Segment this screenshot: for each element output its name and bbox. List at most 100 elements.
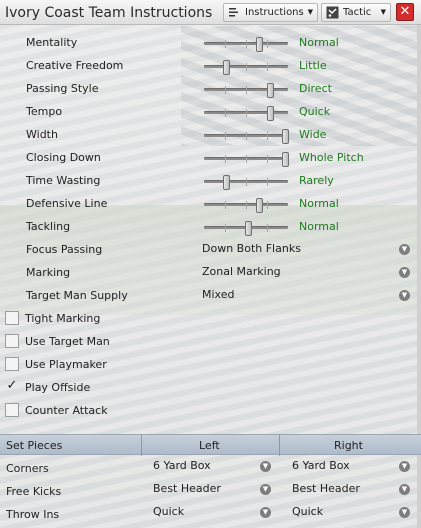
left-taker-select[interactable]: Quick — [153, 505, 184, 518]
slider-tick — [267, 40, 268, 48]
slider-value: Rarely — [299, 174, 334, 187]
title-bar: Ivory Coast Team Instructions Instructio… — [0, 0, 421, 25]
chevron-down-icon[interactable]: ▼ — [260, 484, 271, 495]
slider-value: Normal — [299, 36, 339, 49]
slider-label: Mentality — [26, 36, 78, 49]
checkbox-row: Use Target Man — [0, 331, 421, 353]
chevron-down-icon: ▼ — [380, 8, 386, 16]
set-pieces-header: Set Pieces Left Right — [0, 434, 421, 456]
chevron-down-icon[interactable]: ▼ — [399, 244, 410, 255]
slider-value: Normal — [299, 197, 339, 210]
checkbox[interactable] — [5, 357, 19, 371]
set-pieces-title: Set Pieces — [6, 439, 63, 452]
close-button[interactable]: ✕ — [396, 3, 414, 21]
slider-track[interactable] — [204, 60, 288, 75]
slider-tick — [246, 178, 247, 186]
slider-tick — [246, 132, 247, 140]
dropdown-select[interactable]: Zonal Marking — [202, 265, 281, 278]
checkbox[interactable] — [5, 311, 19, 325]
chevron-down-icon[interactable]: ▼ — [399, 461, 410, 472]
slider-track[interactable] — [204, 221, 288, 236]
slider-row: Mentality Normal — [0, 32, 421, 54]
chevron-down-icon[interactable]: ▼ — [260, 507, 271, 518]
slider-label: Passing Style — [26, 82, 99, 95]
right-taker-select[interactable]: Best Header — [292, 482, 360, 495]
checkbox-row: ✓ Play Offside — [0, 377, 421, 399]
slider-thumb[interactable] — [244, 221, 252, 236]
checkbox-label: Counter Attack — [25, 404, 108, 417]
dropdown-label: Marking — [26, 266, 71, 279]
slider-tick — [267, 132, 268, 140]
slider-thumb[interactable] — [222, 175, 230, 190]
chevron-down-icon[interactable]: ▼ — [260, 461, 271, 472]
right-column-header: Right — [334, 439, 363, 452]
close-icon: ✕ — [399, 4, 411, 19]
dropdown-select[interactable]: Mixed — [202, 288, 234, 301]
slider-track[interactable] — [204, 106, 288, 121]
slider-thumb[interactable] — [256, 198, 264, 213]
slider-tick — [246, 201, 247, 209]
chevron-down-icon[interactable]: ▼ — [399, 290, 410, 301]
slider-tick — [225, 224, 226, 232]
left-taker-select[interactable]: 6 Yard Box — [153, 459, 211, 472]
slider-tick — [267, 224, 268, 232]
window-title: Ivory Coast Team Instructions — [5, 5, 213, 21]
instructions-label: Instructions — [245, 7, 304, 18]
slider-thumb[interactable] — [255, 37, 263, 52]
slider-label: Width — [26, 128, 58, 141]
slider-label: Creative Freedom — [26, 59, 124, 72]
slider-row: Creative Freedom Little — [0, 55, 421, 77]
slider-value: Normal — [299, 220, 339, 233]
slider-value: Direct — [299, 82, 332, 95]
tactic-label: Tactic — [343, 7, 372, 18]
slider-track[interactable] — [204, 37, 288, 52]
checkbox-label: Use Playmaker — [25, 358, 107, 371]
dropdown-row: Focus Passing Down Both Flanks ▼ — [0, 239, 421, 261]
checkbox[interactable] — [5, 334, 19, 348]
slider-thumb[interactable] — [266, 106, 274, 121]
slider-thumb[interactable] — [222, 60, 230, 75]
instructions-menu-button[interactable]: Instructions ▼ — [223, 3, 318, 22]
chevron-down-icon[interactable]: ▼ — [399, 267, 410, 278]
slider-tick — [225, 86, 226, 94]
slider-tick — [225, 109, 226, 117]
checkbox[interactable]: ✓ — [5, 379, 19, 394]
slider-thumb[interactable] — [266, 83, 274, 98]
slider-track[interactable] — [204, 83, 288, 98]
set-piece-row: Corners 6 Yard Box ▼ 6 Yard Box ▼ — [0, 456, 421, 479]
chevron-down-icon[interactable]: ▼ — [399, 484, 410, 495]
slider-tick — [267, 178, 268, 186]
slider-label: Tackling — [26, 220, 71, 233]
checkbox-label: Play Offside — [25, 381, 91, 394]
slider-tick — [267, 201, 268, 209]
slider-thumb[interactable] — [282, 152, 290, 167]
set-piece-row: Free Kicks Best Header ▼ Best Header ▼ — [0, 479, 421, 502]
dropdown-label: Target Man Supply — [26, 289, 128, 302]
checkbox[interactable] — [5, 403, 19, 417]
slider-track[interactable] — [204, 152, 290, 167]
slider-track[interactable] — [204, 198, 288, 213]
slider-tick — [225, 201, 226, 209]
right-taker-select[interactable]: 6 Yard Box — [292, 459, 350, 472]
slider-track[interactable] — [204, 175, 288, 190]
column-divider — [279, 435, 280, 456]
right-taker-select[interactable]: Quick — [292, 505, 323, 518]
chevron-down-icon[interactable]: ▼ — [399, 507, 410, 518]
slider-track[interactable] — [204, 129, 290, 144]
slider-value: Wide — [299, 128, 327, 141]
slider-row: Passing Style Direct — [0, 78, 421, 100]
set-piece-label: Throw Ins — [6, 508, 60, 521]
slider-row: Time Wasting Rarely — [0, 170, 421, 192]
tactic-menu-button[interactable]: Tactic ▼ — [321, 3, 391, 22]
slider-label: Time Wasting — [26, 174, 101, 187]
slider-tick — [246, 155, 247, 163]
slider-thumb[interactable] — [282, 129, 290, 144]
left-taker-select[interactable]: Best Header — [153, 482, 221, 495]
dropdown-select[interactable]: Down Both Flanks — [202, 242, 301, 255]
slider-label: Closing Down — [26, 151, 101, 164]
checkbox-label: Tight Marking — [25, 312, 101, 325]
checkbox-row: Use Playmaker — [0, 354, 421, 376]
slider-tick — [246, 63, 247, 71]
dropdown-label: Focus Passing — [26, 243, 103, 256]
checkbox-row: Counter Attack — [0, 400, 421, 422]
